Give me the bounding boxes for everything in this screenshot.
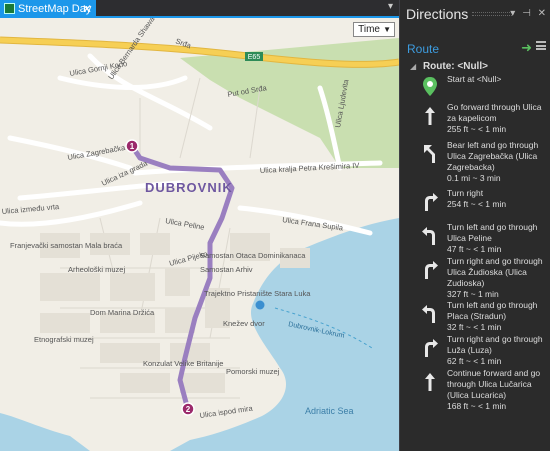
stop-2-marker[interactable]: 2 [181, 402, 195, 416]
run-arrow-icon[interactable]: ➜ [521, 40, 532, 56]
direction-text: Turn left and go through Ulica Peline [447, 222, 538, 243]
pin-icon[interactable]: ⊣ [522, 8, 531, 19]
direction-step[interactable]: Start at <Null> [400, 74, 550, 102]
arrow-straight-icon [420, 370, 440, 392]
city-label: DUBROVNIK [145, 180, 233, 195]
direction-distance: 0.1 mi ~ 3 min [447, 173, 501, 183]
direction-step[interactable]: Turn right and go through Ulica Žudioska… [400, 256, 550, 300]
direction-text: Turn right and go through Ulica Žudioska… [447, 256, 543, 288]
direction-text: Go forward through Ulica za kapelicom [447, 102, 542, 123]
tab-title: StreetMap Day [18, 3, 92, 15]
arrow-straight-icon [420, 104, 440, 126]
direction-step[interactable]: Turn right 254 ft ~ < 1 min [400, 188, 550, 222]
direction-distance: 168 ft ~ < 1 min [447, 401, 507, 411]
poi-label: Samostan Arhiv [200, 265, 253, 274]
close-icon[interactable]: ✕ [82, 0, 92, 18]
turn-left-icon [420, 224, 440, 246]
tab-bar: StreetMap Day ✕ ▾ [0, 0, 399, 18]
direction-text: Turn right [447, 188, 484, 198]
collapse-triangle-icon[interactable]: ◢ [410, 62, 416, 71]
pane-header-icons: ▾ ⊣ ✕ [506, 8, 546, 19]
sea-label: Adriatic Sea [305, 406, 354, 416]
route-tab[interactable]: Route [407, 42, 439, 56]
pane-title: Directions [406, 6, 469, 22]
poi-label: Samostan Otaca Dominikanaca [200, 251, 306, 260]
route-heading[interactable]: ◢ Route: <Null> [410, 61, 488, 72]
turn-right-icon [420, 336, 440, 358]
direction-text: Turn left and go through Placa (Stradun) [447, 300, 538, 321]
direction-distance: 254 ft ~ < 1 min [447, 199, 507, 209]
direction-step[interactable]: Go forward through Ulica za kapelicom 255… [400, 102, 550, 140]
direction-step[interactable]: Turn left and go through Ulica Peline 47 … [400, 222, 550, 256]
road-shield-label: E65 [248, 54, 261, 61]
poi-label: Konzulat Velike Britanije [143, 359, 223, 368]
time-button[interactable]: Time ▼ [353, 22, 395, 37]
direction-distance: 32 ft ~ < 1 min [447, 322, 502, 332]
poi-label: Etnografski muzej [34, 335, 94, 344]
chevron-down-icon: ▼ [383, 25, 391, 34]
turn-right-icon [420, 258, 440, 280]
direction-step[interactable]: Continue forward and go through Ulica Lu… [400, 368, 550, 412]
direction-text: Bear left and go through Ulica Zagrebačk… [447, 140, 539, 172]
close-icon[interactable]: ✕ [538, 8, 546, 19]
direction-step[interactable]: Turn left and go through Placa (Stradun)… [400, 300, 550, 334]
direction-text: Start at <Null> [447, 74, 502, 84]
directions-list: Start at <Null> Go forward through Ulica … [400, 74, 550, 412]
tab-streetmap-day[interactable]: StreetMap Day ✕ [0, 0, 96, 18]
direction-distance: 327 ft ~ 1 min [447, 289, 499, 299]
directions-pane: Directions ▾ ⊣ ✕ Route ➜ ◢ Route: <Null>… [399, 0, 550, 451]
stop-1-marker[interactable]: 1 [125, 139, 139, 153]
direction-text: Continue forward and go through Ulica Lu… [447, 368, 541, 400]
stop-1-label: 1 [130, 142, 135, 151]
map-pane: StreetMap Day ✕ ▾ E65 1 2 Dubrovnik-Lokr… [0, 0, 399, 451]
poi-label: Dom Marina Držića [90, 308, 155, 317]
tab-menu-chevron-icon[interactable]: ▾ [388, 1, 393, 12]
turn-left-icon [420, 302, 440, 324]
poi-label: Trajektno Pristanište Stara Luka [204, 289, 311, 298]
map-view[interactable]: E65 1 2 Dubrovnik-Lokrum Ulica Gornji Ko… [0, 18, 399, 451]
direction-step[interactable]: Turn right and go through Luža (Luza) 62 … [400, 334, 550, 368]
poi-label: Arheološki muzej [68, 265, 125, 274]
direction-distance: 255 ft ~ < 1 min [447, 124, 507, 134]
start-pin-icon [420, 76, 440, 98]
pane-menu-icon[interactable]: ▾ [510, 8, 515, 19]
menu-list-icon[interactable] [536, 41, 546, 50]
direction-step[interactable]: Bear left and go through Ulica Zagrebačk… [400, 140, 550, 188]
turn-right-icon [420, 190, 440, 212]
direction-distance: 47 ft ~ < 1 min [447, 244, 502, 254]
poi-label: Pomorski muzej [226, 367, 280, 376]
stop-2-label: 2 [186, 405, 191, 414]
bear-left-icon [420, 142, 440, 164]
poi-label: Franjevački samostan Mala braća [10, 241, 123, 250]
direction-distance: 62 ft ~ < 1 min [447, 356, 502, 366]
time-button-label: Time [358, 24, 380, 35]
app-window: StreetMap Day ✕ ▾ E65 1 2 Dubrovnik-Lokr… [0, 0, 550, 451]
route-heading-text: Route: <Null> [422, 61, 488, 72]
ferry-terminal-icon [255, 300, 265, 310]
direction-text: Turn right and go through Luža (Luza) [447, 334, 543, 355]
poi-label: Knežev dvor [223, 319, 265, 328]
map-icon [4, 3, 15, 14]
